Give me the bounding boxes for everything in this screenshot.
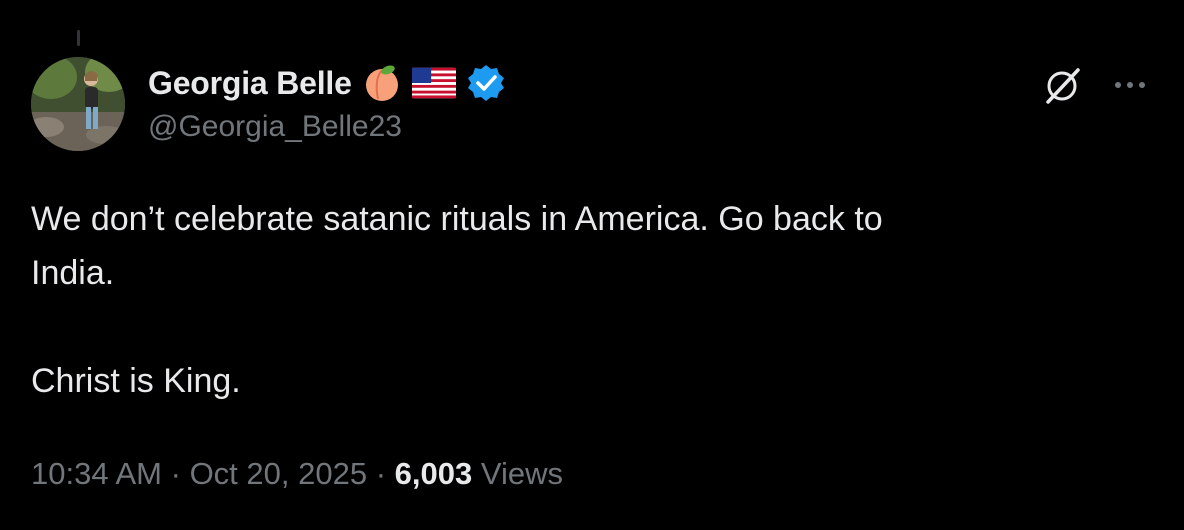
more-options-icon[interactable]: [1110, 70, 1150, 100]
verified-badge-icon[interactable]: [464, 61, 508, 105]
peach-emoji-icon: [360, 61, 404, 105]
views-count: 6,003: [394, 456, 473, 491]
grok-icon[interactable]: [1040, 64, 1084, 108]
meta-separator: ·: [170, 456, 181, 491]
tweet-text: We don’t celebrate satanic rituals in Am…: [31, 200, 883, 400]
us-flag-emoji-icon: [411, 61, 456, 105]
tweet-meta: 10:34 AM · Oct 20, 2025 · 6,003 Views: [31, 456, 563, 492]
views-label: Views: [480, 456, 563, 491]
tweet-date[interactable]: Oct 20, 2025: [190, 456, 368, 491]
avatar[interactable]: [31, 57, 125, 151]
thread-connector-line: [77, 30, 80, 46]
author-handle[interactable]: @Georgia_Belle23: [148, 110, 402, 144]
meta-separator: ·: [375, 456, 387, 491]
tweet-time[interactable]: 10:34 AM: [31, 456, 162, 491]
author-display-name[interactable]: Georgia Belle: [148, 65, 352, 102]
author-name-row[interactable]: Georgia Belle: [148, 60, 508, 106]
